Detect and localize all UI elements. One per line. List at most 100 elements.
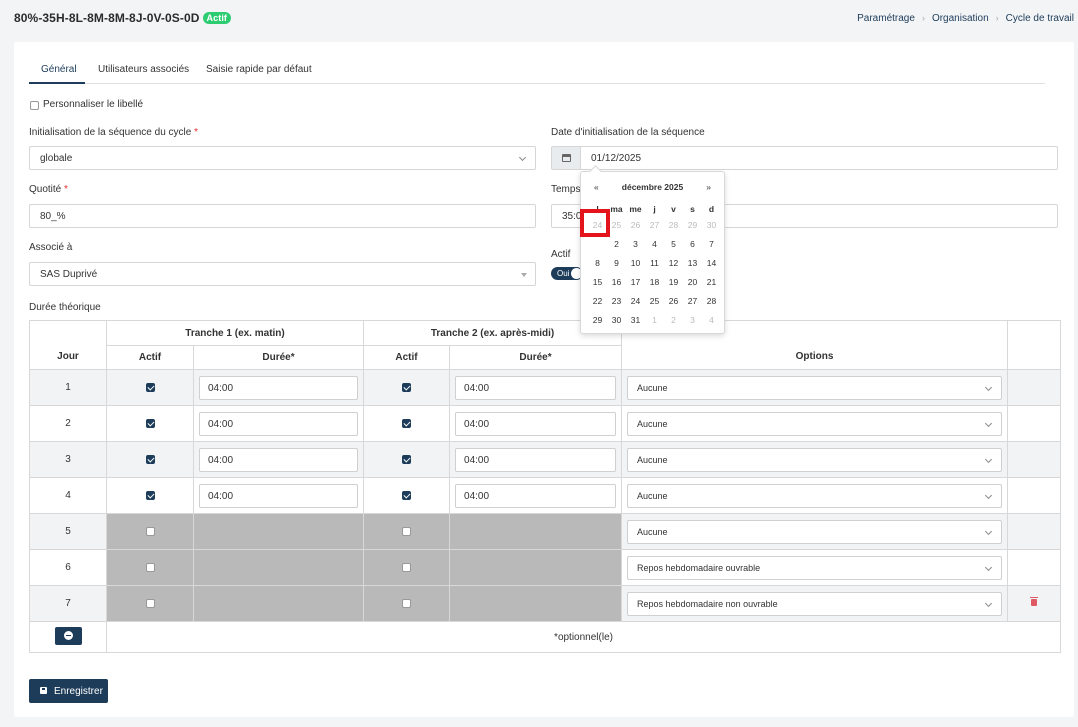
remove-row-button[interactable]	[54, 626, 82, 645]
datepicker-day[interactable]: 27	[683, 292, 702, 311]
t1-actif-checkbox[interactable]	[145, 382, 155, 392]
datepicker-month[interactable]: décembre 2025	[581, 182, 724, 192]
datepicker-next-button[interactable]: »	[706, 182, 711, 192]
options-value: Repos hebdomadaire ouvrable	[637, 562, 761, 573]
t2-actif-checkbox[interactable]	[402, 526, 412, 536]
chevron-down-icon	[984, 383, 993, 391]
t2-actif-checkbox[interactable]	[402, 454, 412, 464]
options-select[interactable]: Aucune	[627, 375, 1003, 400]
datepicker-day[interactable]: 1	[645, 311, 664, 330]
options-select[interactable]: Repos hebdomadaire non ouvrable	[627, 591, 1003, 616]
t2-duree-input[interactable]: 04:00	[455, 375, 617, 400]
datepicker-day[interactable]: 16	[607, 273, 626, 292]
datepicker-day[interactable]: 3	[626, 235, 645, 254]
t1-duree-input[interactable]: 04:00	[199, 411, 359, 436]
datepicker-day[interactable]: 9	[607, 254, 626, 273]
actif-toggle[interactable]: Oui	[551, 267, 583, 280]
datepicker-day[interactable]: 29	[683, 216, 702, 235]
tab-general[interactable]: Général	[41, 64, 77, 75]
datepicker-day[interactable]: 3	[683, 311, 702, 330]
t1-duree-input[interactable]: 04:00	[199, 483, 359, 508]
t2-actif-checkbox[interactable]	[402, 598, 412, 608]
datepicker-day[interactable]: 27	[645, 216, 664, 235]
options-select[interactable]: Repos hebdomadaire ouvrable	[627, 555, 1003, 580]
t1-duree-input[interactable]: 04:00	[199, 447, 359, 472]
init-sequence-select[interactable]: globale	[29, 146, 536, 170]
datepicker-day[interactable]: 7	[702, 235, 721, 254]
t1-actif-checkbox[interactable]	[145, 490, 155, 500]
datepicker-day[interactable]: 20	[683, 273, 702, 292]
t2-actif-checkbox[interactable]	[402, 382, 412, 392]
options-select[interactable]: Aucune	[627, 447, 1003, 472]
t2-duree-input[interactable]: 04:00	[455, 483, 617, 508]
datepicker-day[interactable]: 6	[683, 235, 702, 254]
datepicker-day[interactable]: 11	[645, 254, 664, 273]
t2-duree-input[interactable]: 04:00	[455, 447, 617, 472]
trash-icon[interactable]	[1030, 597, 1039, 606]
t1-actif-checkbox[interactable]	[145, 454, 155, 464]
custom-label-checkbox[interactable]	[30, 101, 39, 110]
datepicker-day[interactable]: 2	[607, 235, 626, 254]
options-select[interactable]: Aucune	[627, 483, 1003, 508]
t2-actif-checkbox[interactable]	[402, 418, 412, 428]
save-button[interactable]: Enregistrer	[29, 679, 108, 703]
datepicker-day-number: 11	[650, 258, 659, 268]
t2-duree-input[interactable]: 04:00	[455, 411, 617, 436]
datepicker-day[interactable]: 26	[664, 292, 683, 311]
breadcrumb-parametrage[interactable]: Paramétrage	[857, 13, 915, 24]
tab-utilisateurs-associes[interactable]: Utilisateurs associés	[98, 64, 189, 75]
datepicker-day[interactable]: 30	[607, 311, 626, 330]
datepicker-day[interactable]: 4	[645, 235, 664, 254]
breadcrumb-cycle-de-travail[interactable]: Cycle de travail	[1006, 13, 1074, 24]
datepicker-day[interactable]: 22	[588, 292, 607, 311]
datepicker-day-number: 30	[706, 220, 717, 230]
t2-actif-cell	[363, 477, 451, 514]
datepicker-day[interactable]: 28	[664, 216, 683, 235]
datepicker-prev-button[interactable]: «	[594, 182, 599, 192]
datepicker-day[interactable]: 15	[588, 273, 607, 292]
datepicker-day[interactable]: 29	[588, 311, 607, 330]
t2-duree-cell	[449, 585, 623, 622]
breadcrumb-organisation[interactable]: Organisation	[932, 13, 989, 24]
datepicker-day[interactable]: 14	[702, 254, 721, 273]
floppy-disk-icon	[40, 687, 47, 694]
date-init-input[interactable]: 01/12/2025	[580, 146, 1058, 170]
datepicker-day[interactable]: 21	[702, 273, 721, 292]
options-select[interactable]: Aucune	[627, 519, 1003, 544]
calendar-addon[interactable]	[551, 146, 581, 170]
t1-duree-input[interactable]: 04:00	[199, 375, 359, 400]
datepicker-day[interactable]: 13	[683, 254, 702, 273]
t2-actif-checkbox[interactable]	[402, 490, 412, 500]
t1-actif-checkbox[interactable]	[145, 562, 155, 572]
associe-select[interactable]: SAS Duprivé	[29, 262, 536, 286]
t2-actif-checkbox[interactable]	[402, 562, 412, 572]
datepicker-day[interactable]: 5	[664, 235, 683, 254]
datepicker-day[interactable]: 24	[626, 292, 645, 311]
t1-actif-checkbox[interactable]	[145, 418, 155, 428]
datepicker-day[interactable]: 8	[588, 254, 607, 273]
t1-actif-checkbox[interactable]	[145, 598, 155, 608]
datepicker-day[interactable]: 18	[645, 273, 664, 292]
datepicker-day[interactable]: 12	[664, 254, 683, 273]
datepicker-day[interactable]: 26	[626, 216, 645, 235]
datepicker-day[interactable]: 31	[626, 311, 645, 330]
options-select[interactable]: Aucune	[627, 411, 1003, 436]
t1-duree-cell	[192, 585, 365, 622]
datepicker-day[interactable]: 19	[664, 273, 683, 292]
datepicker-day-number: 3	[633, 239, 638, 249]
table-row: 1 04:00 04:00 Aucune	[29, 369, 1062, 406]
quotite-input[interactable]: 80_%	[29, 204, 536, 228]
datepicker-day[interactable]: 25	[645, 292, 664, 311]
datepicker-day[interactable]: 17	[626, 273, 645, 292]
tab-saisie-rapide[interactable]: Saisie rapide par défaut	[206, 64, 312, 75]
datepicker-day[interactable]: 30	[702, 216, 721, 235]
datepicker-day[interactable]: 4	[702, 311, 721, 330]
datepicker-day-selected[interactable]: 1	[588, 235, 607, 254]
chevron-down-icon	[984, 527, 993, 535]
date-init-label: Date d'initialisation de la séquence	[551, 127, 705, 138]
t1-actif-checkbox[interactable]	[145, 526, 155, 536]
datepicker-day[interactable]: 23	[607, 292, 626, 311]
datepicker-day[interactable]: 2	[664, 311, 683, 330]
datepicker-day[interactable]: 10	[626, 254, 645, 273]
datepicker-day[interactable]: 28	[702, 292, 721, 311]
